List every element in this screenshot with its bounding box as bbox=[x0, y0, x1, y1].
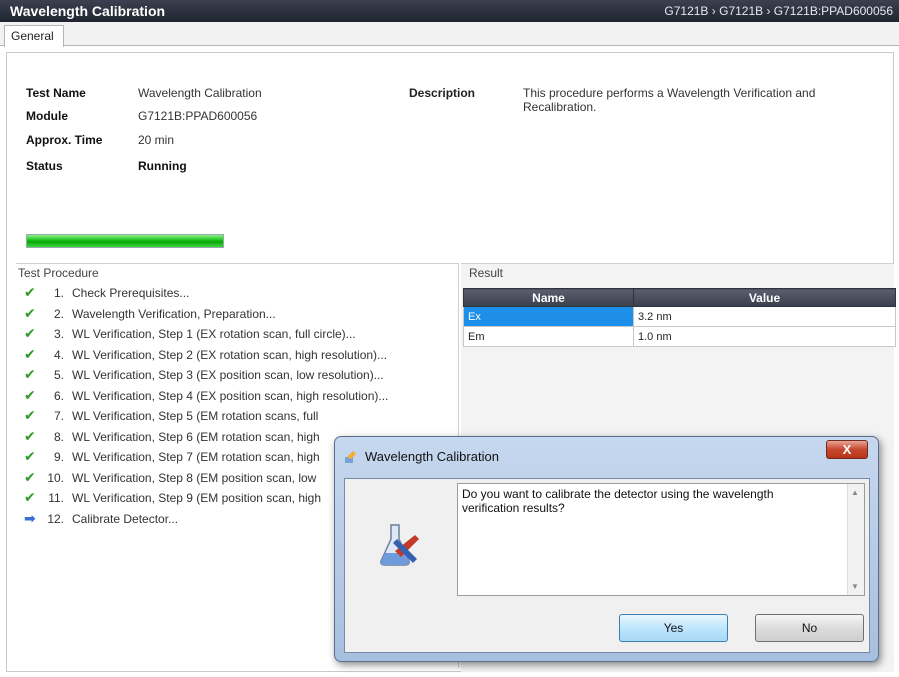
test-procedure-title: Test Procedure bbox=[18, 266, 99, 280]
result-header-row: Name Value bbox=[463, 288, 896, 307]
dialog-message: Do you want to calibrate the detector us… bbox=[462, 487, 774, 515]
arrow-right-icon: ➡ bbox=[24, 509, 36, 526]
procedure-step[interactable]: ✔ 3. WL Verification, Step 1 (EX rotation … bbox=[24, 325, 356, 343]
check-icon: ✔ bbox=[24, 427, 36, 444]
check-icon: ✔ bbox=[24, 345, 36, 362]
dialog-title: Wavelength Calibration bbox=[365, 449, 499, 464]
table-row[interactable]: Em 1.0 nm bbox=[463, 326, 896, 347]
procedure-step[interactable]: ✔ 9. WL Verification, Step 7 (EM rotation … bbox=[24, 448, 320, 466]
check-icon: ✔ bbox=[24, 407, 36, 423]
procedure-step[interactable]: ✔ 7. WL Verification, Step 5 (EM rotation … bbox=[24, 407, 318, 425]
procedure-step[interactable]: ✔ 10. WL Verification, Step 8 (EM position… bbox=[24, 469, 316, 487]
no-button[interactable]: No bbox=[755, 614, 864, 642]
step-number: 1. bbox=[53, 286, 64, 300]
step-label: Check Prerequisites... bbox=[72, 286, 190, 300]
check-icon: ✔ bbox=[24, 284, 36, 300]
step-number: 11. bbox=[48, 491, 64, 505]
step-number: 3. bbox=[53, 327, 64, 341]
step-number: 8. bbox=[53, 429, 64, 444]
column-header-name[interactable]: Name bbox=[463, 288, 634, 307]
step-label: Calibrate Detector... bbox=[72, 511, 179, 526]
step-label: WL Verification, Step 3 (EX position sca… bbox=[72, 368, 384, 382]
window-title: Wavelength Calibration bbox=[10, 3, 166, 19]
test-name-label: Test Name bbox=[26, 86, 86, 100]
step-number: 9. bbox=[53, 450, 64, 464]
scroll-up-icon[interactable]: ▲ bbox=[851, 488, 859, 497]
result-cell-value[interactable]: 3.2 nm bbox=[633, 306, 896, 327]
step-label: WL Verification, Step 4 (EX position sca… bbox=[72, 388, 389, 403]
status-value: Running bbox=[138, 159, 187, 173]
step-number: 6. bbox=[53, 388, 64, 403]
result-cell-value[interactable]: 1.0 nm bbox=[633, 326, 896, 347]
approx-time-value: 20 min bbox=[138, 133, 175, 147]
scroll-down-icon[interactable]: ▼ bbox=[851, 582, 859, 591]
close-button[interactable]: X bbox=[826, 440, 868, 459]
step-number: 4. bbox=[53, 347, 64, 362]
check-icon: ✔ bbox=[24, 386, 36, 403]
description-text: This procedure performs a Wavelength Ver… bbox=[523, 86, 816, 114]
progress-bar bbox=[26, 234, 224, 248]
window-titlebar: Wavelength Calibration G7121B › G7121B ›… bbox=[0, 0, 899, 22]
procedure-step[interactable]: ✔ 8. WL Verification, Step 6 (EM rotation … bbox=[24, 428, 320, 446]
test-name-value: Wavelength Calibration bbox=[138, 86, 262, 100]
step-number: 7. bbox=[53, 409, 64, 423]
step-number: 10. bbox=[47, 470, 64, 485]
step-label: WL Verification, Step 8 (EM position sca… bbox=[72, 470, 317, 485]
message-textbox[interactable]: Do you want to calibrate the detector us… bbox=[457, 483, 865, 596]
procedure-step[interactable]: ✔ 4. WL Verification, Step 2 (EX rotation … bbox=[24, 346, 387, 364]
breadcrumb[interactable]: G7121B › G7121B › G7121B:PPAD600056 bbox=[664, 4, 893, 18]
module-label: Module bbox=[26, 109, 68, 123]
description-label: Description bbox=[409, 86, 476, 100]
progress-bar-fill bbox=[27, 235, 223, 247]
result-cell-name[interactable]: Em bbox=[463, 326, 634, 347]
step-label: WL Verification, Step 7 (EM rotation sca… bbox=[72, 450, 320, 464]
check-icon: ✔ bbox=[24, 366, 36, 382]
step-number: 2. bbox=[53, 306, 64, 321]
result-table: Name Value Ex 3.2 nm Em 1.0 nm bbox=[463, 288, 896, 347]
check-icon: ✔ bbox=[24, 304, 36, 321]
procedure-step[interactable]: ✔ 11. WL Verification, Step 9 (EM position… bbox=[24, 489, 321, 507]
module-value: G7121B:PPAD600056 bbox=[138, 109, 258, 123]
procedure-step[interactable]: ✔ 5. WL Verification, Step 3 (EX position … bbox=[24, 366, 384, 384]
calibration-tools-icon bbox=[380, 524, 419, 566]
step-label: WL Verification, Step 6 (EM rotation sca… bbox=[72, 429, 320, 444]
check-icon: ✔ bbox=[24, 448, 36, 464]
check-icon: ✔ bbox=[24, 468, 36, 485]
step-label: WL Verification, Step 1 (EX rotation sca… bbox=[72, 327, 356, 341]
result-cell-name[interactable]: Ex bbox=[463, 306, 634, 327]
approx-time-label: Approx. Time bbox=[26, 133, 103, 147]
table-row[interactable]: Ex 3.2 nm bbox=[463, 306, 896, 327]
yes-button[interactable]: Yes bbox=[619, 614, 728, 642]
dialog-body: Do you want to calibrate the detector us… bbox=[344, 478, 870, 653]
procedure-step[interactable]: ➡ 12. Calibrate Detector... bbox=[24, 510, 178, 528]
procedure-step[interactable]: ✔ 6. WL Verification, Step 4 (EX position … bbox=[24, 387, 388, 405]
step-number: 5. bbox=[53, 368, 64, 382]
check-icon: ✔ bbox=[24, 489, 36, 505]
procedure-step[interactable]: ✔ 2. Wavelength Verification, Preparation.… bbox=[24, 305, 276, 323]
confirm-dialog: Wavelength Calibration X Do you want to … bbox=[334, 436, 879, 662]
step-label: WL Verification, Step 9 (EM position sca… bbox=[72, 491, 322, 505]
step-label: WL Verification, Step 2 (EX rotation sca… bbox=[72, 347, 388, 362]
step-number: 12. bbox=[47, 511, 64, 526]
app-icon bbox=[345, 451, 356, 463]
column-header-value[interactable]: Value bbox=[633, 288, 896, 307]
tab-strip: General bbox=[0, 22, 899, 47]
tab-general[interactable]: General bbox=[4, 25, 64, 47]
procedure-step[interactable]: ✔ 1. Check Prerequisites... bbox=[24, 284, 189, 302]
status-label: Status bbox=[26, 159, 63, 173]
step-label: Wavelength Verification, Preparation... bbox=[72, 306, 276, 321]
step-label: WL Verification, Step 5 (EM rotation sca… bbox=[72, 409, 319, 423]
message-scrollbar[interactable]: ▲ ▼ bbox=[847, 484, 864, 595]
check-icon: ✔ bbox=[24, 325, 36, 341]
result-title: Result bbox=[469, 266, 504, 280]
